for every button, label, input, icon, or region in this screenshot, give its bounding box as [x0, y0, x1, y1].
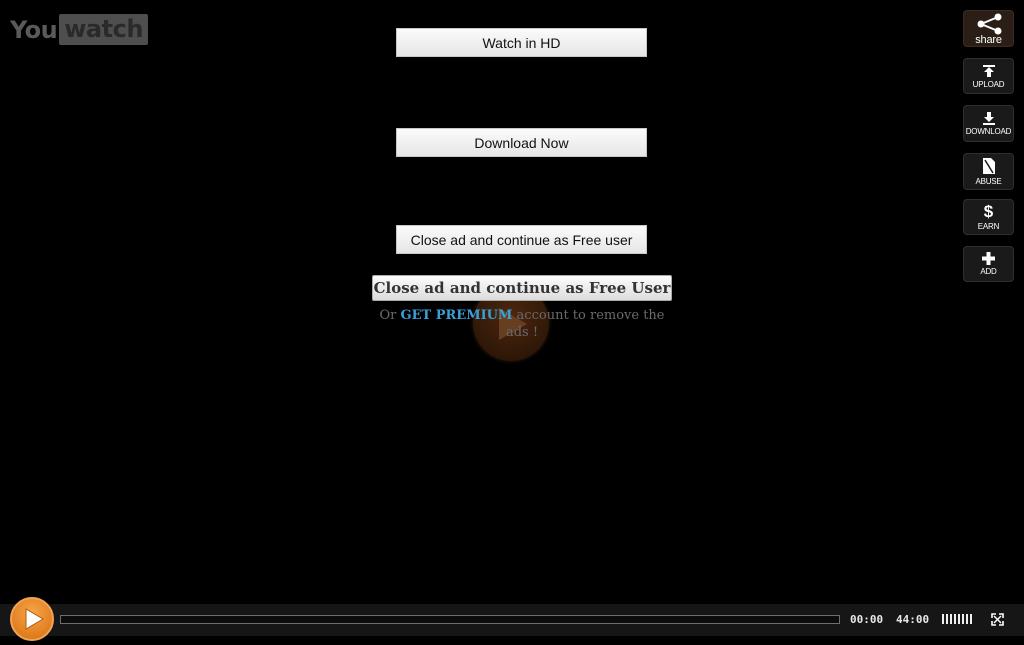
premium-suffix: account to remove the ads ! [505, 308, 665, 340]
youwatch-logo: You watch [10, 14, 148, 45]
download-now-button[interactable]: Download Now [396, 128, 647, 157]
share-button[interactable]: share [963, 10, 1014, 47]
share-icon [977, 13, 1001, 34]
volume-icon[interactable] [942, 614, 972, 624]
abuse-button[interactable]: ABUSE [963, 153, 1014, 190]
progress-bar[interactable] [60, 615, 840, 624]
play-icon [25, 608, 44, 630]
download-icon [982, 112, 995, 125]
add-button[interactable]: ADD [963, 246, 1014, 282]
volume-bar [954, 614, 956, 624]
video-player: You watch Watch in HD Download Now Close… [0, 0, 1024, 645]
volume-bar [962, 614, 964, 624]
volume-bar [970, 614, 972, 624]
volume-bar [942, 614, 944, 624]
share-label: share [975, 33, 1002, 46]
logo-watch-text: watch [59, 14, 148, 45]
duration: 44:00 [896, 613, 930, 626]
close-ad-free-user-button[interactable]: Close ad and continue as Free user [396, 225, 647, 254]
get-premium-link[interactable]: GET PREMIUM [401, 308, 513, 323]
volume-bar [966, 614, 968, 624]
abuse-icon [982, 158, 995, 174]
earn-button[interactable]: $ EARN [963, 199, 1014, 235]
add-label: ADD [980, 267, 997, 276]
logo-you-text: You [10, 15, 58, 44]
download-button[interactable]: DOWNLOAD [963, 105, 1014, 142]
volume-bar [958, 614, 960, 624]
upload-icon [982, 64, 995, 77]
premium-prefix: Or [379, 308, 401, 323]
plus-icon [982, 252, 995, 265]
volume-bar [950, 614, 952, 624]
earn-label: EARN [977, 222, 1000, 231]
play-button[interactable] [10, 597, 54, 641]
watch-in-hd-button[interactable]: Watch in HD [396, 28, 647, 57]
upload-label: UPLOAD [972, 79, 1005, 89]
abuse-label: ABUSE [975, 177, 1002, 186]
volume-bar [946, 614, 948, 624]
upload-button[interactable]: UPLOAD [963, 58, 1014, 94]
current-time: 00:00 [850, 613, 884, 626]
dollar-icon: $ [983, 202, 994, 221]
fullscreen-icon[interactable] [991, 613, 1004, 626]
premium-promo-text: Or GET PREMIUM account to remove the ads… [372, 307, 672, 341]
close-ad-continue-button[interactable]: Close ad and continue as Free User [372, 275, 672, 301]
download-label: DOWNLOAD [965, 127, 1012, 136]
